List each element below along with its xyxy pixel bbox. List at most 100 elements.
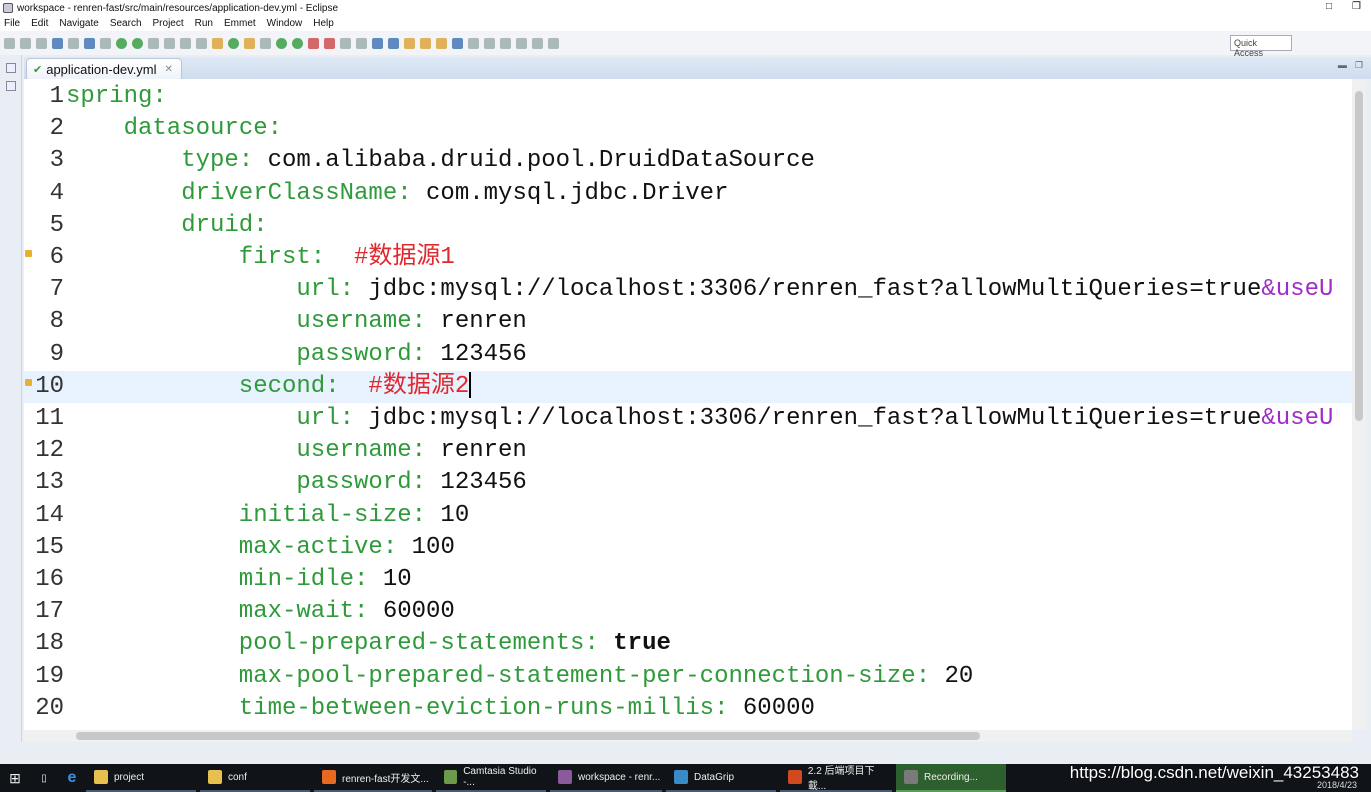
package-explorer-icon[interactable]: [6, 81, 16, 91]
menu-project[interactable]: Project: [153, 18, 184, 29]
toolbar-icon[interactable]: [388, 37, 399, 49]
code-line[interactable]: 18 pool-prepared-statements: true: [24, 628, 1352, 660]
restore-icon[interactable]: [6, 63, 16, 73]
toolbar-icon[interactable]: [212, 37, 223, 49]
yaml-key: url:: [296, 276, 354, 304]
toolbar-icon[interactable]: [116, 37, 127, 49]
taskbar-item[interactable]: Camtasia Studio -...: [436, 764, 546, 792]
code-line[interactable]: 9 password: 123456: [24, 339, 1352, 371]
toolbar-icon[interactable]: [484, 37, 495, 49]
code-line[interactable]: 20 time-between-eviction-runs-millis: 600…: [24, 693, 1352, 725]
yaml-key: max-pool-prepared-statement-per-connecti…: [238, 662, 931, 690]
code-line[interactable]: 5 druid:: [24, 210, 1352, 242]
maximize-icon[interactable]: ❐: [1355, 60, 1363, 71]
toolbar-icon[interactable]: [356, 37, 367, 49]
taskbar-item[interactable]: renren-fast开发文...: [314, 764, 432, 792]
edge-browser-icon[interactable]: e: [58, 769, 86, 787]
taskbar-item[interactable]: workspace - renr...: [550, 764, 662, 792]
code-line[interactable]: 15 max-active: 100: [24, 532, 1352, 564]
taskbar-item[interactable]: project: [86, 764, 196, 792]
toolbar-icon[interactable]: [36, 37, 47, 49]
code-line[interactable]: 10 second: #数据源2: [24, 370, 1352, 403]
horizontal-scrollbar[interactable]: [24, 730, 1352, 742]
toolbar-icon[interactable]: [420, 37, 431, 49]
maximize-button[interactable]: ❒: [1352, 1, 1361, 12]
toolbar-icon[interactable]: [516, 37, 527, 49]
code-text: max-pool-prepared-statement-per-connecti…: [239, 661, 974, 693]
watermark: https://blog.csdn.net/weixin_43253483: [1069, 763, 1359, 782]
code-line[interactable]: 8 username: renren: [24, 306, 1352, 338]
toolbar-icon[interactable]: [292, 37, 303, 49]
vertical-scroll-thumb[interactable]: [1355, 91, 1363, 421]
minimize-icon[interactable]: ▬: [1338, 60, 1347, 71]
toolbar-icon[interactable]: [340, 37, 351, 49]
toolbar-icon[interactable]: [260, 37, 271, 49]
taskbar-item[interactable]: Recording...: [896, 764, 1006, 792]
yaml-key: max-active:: [238, 533, 398, 561]
code-text: password: 123456: [296, 467, 526, 499]
toolbar-icon[interactable]: [100, 37, 111, 49]
menu-help[interactable]: Help: [313, 18, 334, 29]
line-number: 13: [35, 469, 64, 497]
toolbar-icon[interactable]: [468, 37, 479, 49]
code-line[interactable]: 13 password: 123456: [24, 467, 1352, 499]
menu-window[interactable]: Window: [267, 18, 303, 29]
windows-start-icon[interactable]: ⊞: [0, 770, 30, 787]
code-line[interactable]: 11 url: jdbc:mysql://localhost:3306/renre…: [24, 403, 1352, 435]
toolbar-icon[interactable]: [404, 37, 415, 49]
code-line[interactable]: 4 driverClassName: com.mysql.jdbc.Driver: [24, 178, 1352, 210]
code-line[interactable]: 6 first: #数据源1: [24, 242, 1352, 274]
toolbar-icon[interactable]: [548, 37, 559, 49]
toolbar-icon[interactable]: [228, 37, 239, 49]
code-line[interactable]: 16 min-idle: 10: [24, 564, 1352, 596]
code-line[interactable]: 17 max-wait: 60000: [24, 596, 1352, 628]
toolbar-icon[interactable]: [68, 37, 79, 49]
toolbar-icon[interactable]: [436, 37, 447, 49]
toolbar-icon[interactable]: [308, 37, 319, 49]
menu-search[interactable]: Search: [110, 18, 142, 29]
code-line[interactable]: 12 username: renren: [24, 435, 1352, 467]
task-view-icon[interactable]: ▯: [30, 773, 58, 784]
taskbar-item[interactable]: 2.2 后端项目下載...: [780, 764, 892, 792]
code-line[interactable]: 3 type: com.alibaba.druid.pool.DruidDataS…: [24, 145, 1352, 177]
toolbar-icon[interactable]: [4, 37, 15, 49]
toolbar-icon[interactable]: [532, 37, 543, 49]
toolbar-icon[interactable]: [132, 37, 143, 49]
code-line[interactable]: 1 spring:: [24, 81, 1352, 113]
yaml-value: 123456: [426, 340, 527, 368]
quick-access-input[interactable]: Quick Access: [1230, 35, 1292, 58]
toolbar-icon[interactable]: [180, 37, 191, 49]
toolbar-icon[interactable]: [164, 37, 175, 49]
menu-edit[interactable]: Edit: [31, 18, 48, 29]
close-tab-icon[interactable]: ✕: [165, 64, 173, 75]
tab-application-dev-yml[interactable]: ✔ application-dev.yml ✕: [26, 58, 182, 79]
menu-emmet[interactable]: Emmet: [224, 18, 256, 29]
vertical-scrollbar[interactable]: [1352, 79, 1366, 730]
code-line[interactable]: 19 max-pool-prepared-statement-per-connec…: [24, 661, 1352, 693]
toolbar-icon[interactable]: [20, 37, 31, 49]
toolbar-icon[interactable]: [196, 37, 207, 49]
horizontal-scroll-thumb[interactable]: [76, 732, 980, 740]
toolbar-icon[interactable]: [500, 37, 511, 49]
toolbar-icon[interactable]: [244, 37, 255, 49]
taskbar-item[interactable]: conf: [200, 764, 310, 792]
toolbar-icon[interactable]: [148, 37, 159, 49]
code-line[interactable]: 7 url: jdbc:mysql://localhost:3306/renren…: [24, 274, 1352, 306]
toolbar-icon[interactable]: [52, 37, 63, 49]
restore-button[interactable]: □: [1326, 1, 1332, 12]
yaml-value: 60000: [728, 694, 815, 722]
menu-navigate[interactable]: Navigate: [59, 18, 98, 29]
toolbar-icon[interactable]: [452, 37, 463, 49]
code-line[interactable]: 2 datasource:: [24, 113, 1352, 145]
yaml-key: datasource:: [123, 115, 283, 143]
yaml-comment: #数据源2: [339, 372, 470, 400]
toolbar-icon[interactable]: [84, 37, 95, 49]
toolbar-icon[interactable]: [324, 37, 335, 49]
menu-run[interactable]: Run: [195, 18, 213, 29]
toolbar-icon[interactable]: [372, 37, 383, 49]
code-editor[interactable]: 1 spring: 2 datasource: 3 type: com.alibaba.d…: [24, 79, 1352, 730]
taskbar-item[interactable]: DataGrip: [666, 764, 776, 792]
code-line[interactable]: 14 initial-size: 10: [24, 500, 1352, 532]
menu-file[interactable]: File: [4, 18, 20, 29]
toolbar-icon[interactable]: [276, 37, 287, 49]
